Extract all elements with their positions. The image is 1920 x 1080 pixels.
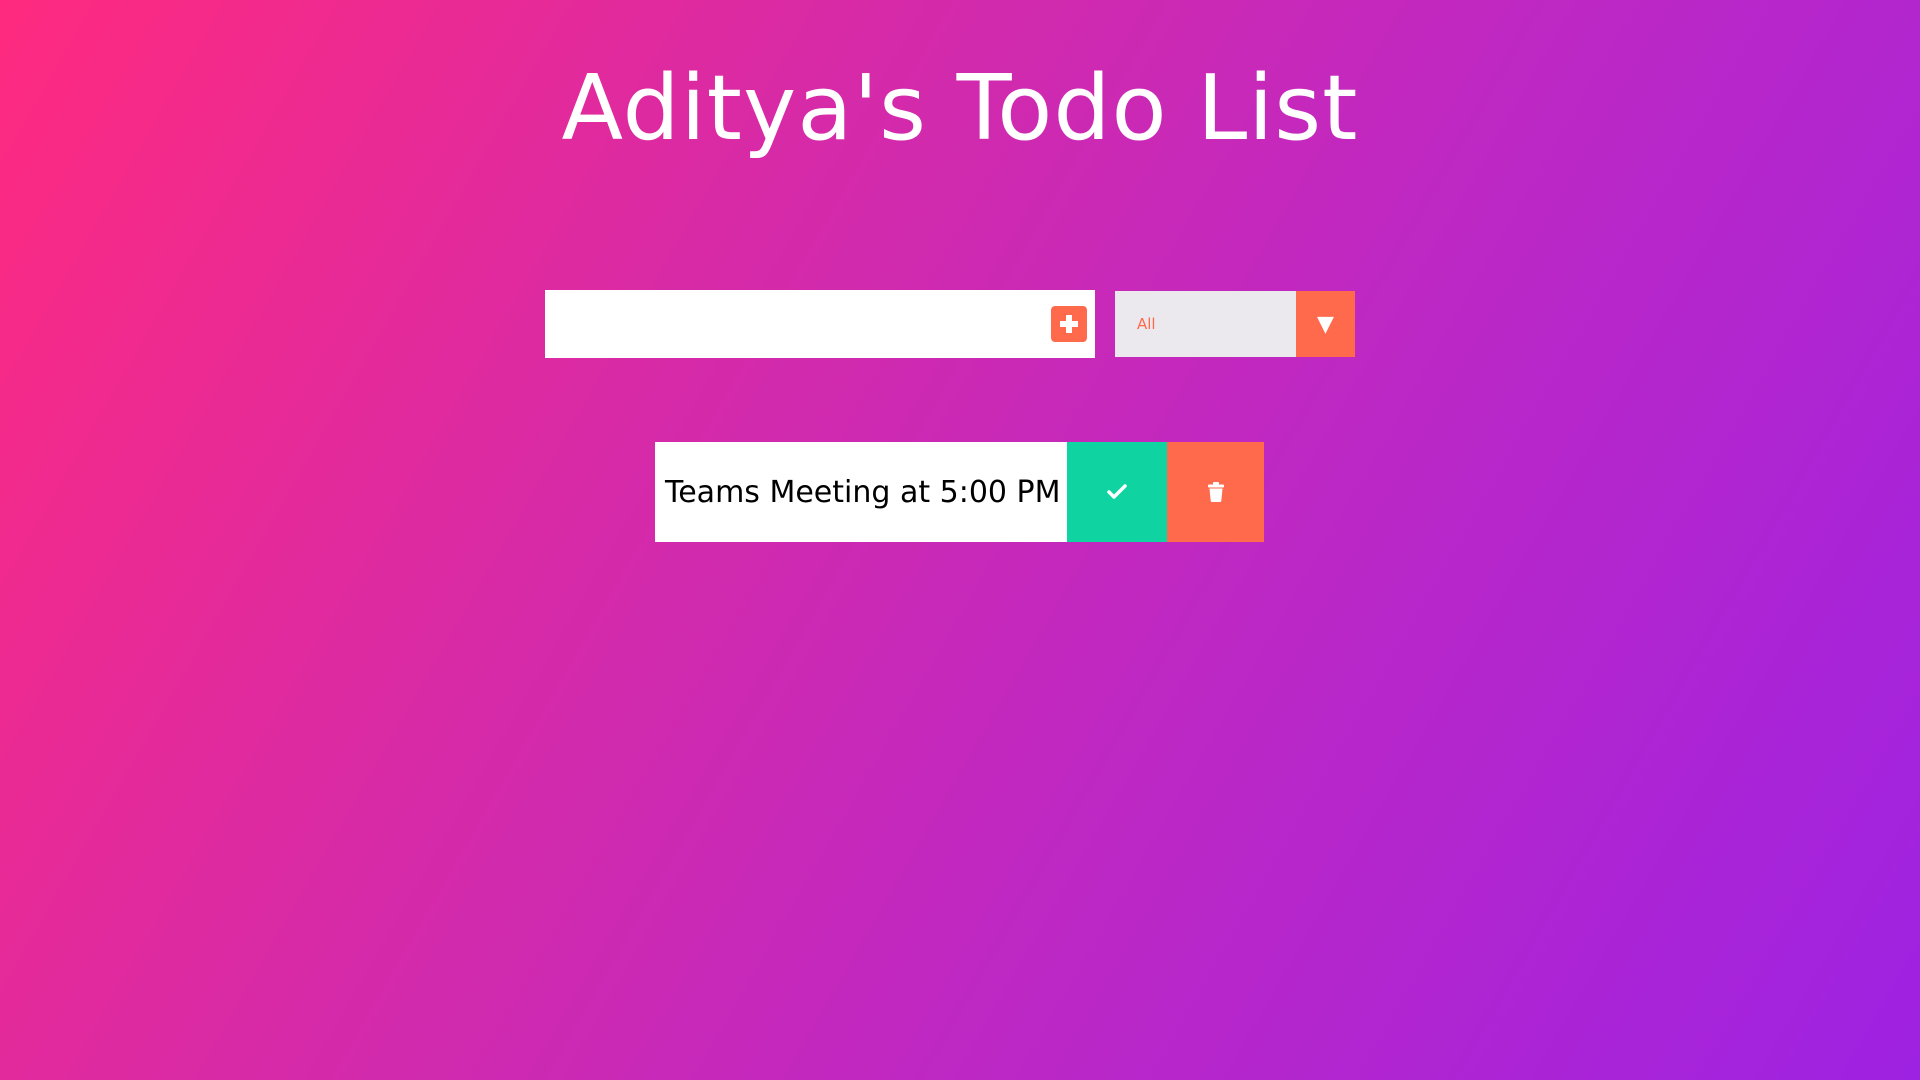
todo-item-text: Teams Meeting at 5:00 PM [655,442,1067,542]
chevron-down-icon[interactable]: ▼ [1296,291,1355,357]
filter-selected-value[interactable]: All [1115,291,1296,357]
delete-todo-button[interactable] [1167,442,1264,542]
todo-list: Teams Meeting at 5:00 PM [655,442,1264,542]
page-title: Aditya's Todo List [561,56,1359,161]
filter-select[interactable]: All ▼ [1115,291,1355,357]
todo-item: Teams Meeting at 5:00 PM [655,442,1264,542]
complete-todo-button[interactable] [1067,442,1167,542]
add-todo-button[interactable] [1051,306,1087,342]
plus-square-icon [1060,315,1078,333]
todo-input[interactable] [545,290,1051,358]
check-icon [1107,484,1127,499]
todo-input-wrapper [545,290,1095,358]
trash-icon [1207,482,1224,502]
